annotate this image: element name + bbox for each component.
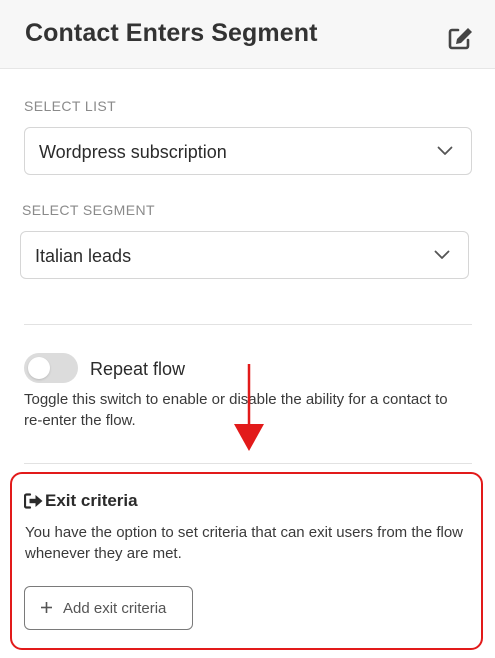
divider [24, 463, 472, 464]
exit-criteria-description: You have the option to set criteria that… [25, 524, 464, 562]
add-exit-criteria-button[interactable]: Add exit criteria [24, 586, 193, 630]
repeat-flow-label: Repeat flow [90, 359, 186, 379]
divider [24, 324, 472, 325]
repeat-flow-toggle[interactable] [24, 353, 78, 383]
plus-icon [41, 602, 52, 613]
edit-button[interactable] [448, 26, 474, 50]
add-exit-criteria-label: Add exit criteria [63, 600, 167, 617]
segment-select[interactable]: Italian leads [20, 231, 469, 279]
chevron-down-icon [437, 146, 453, 155]
repeat-flow-description: Toggle this switch to enable or disable … [24, 391, 448, 429]
edit-icon[interactable] [448, 26, 474, 50]
sign-out-icon [24, 493, 43, 509]
select-segment-label: SELECT SEGMENT [22, 202, 155, 218]
list-select[interactable]: Wordpress subscription [24, 127, 472, 175]
list-select-value: Wordpress subscription [39, 142, 227, 162]
chevron-down-icon [434, 250, 450, 259]
page-title: Contact Enters Segment [25, 19, 318, 47]
segment-select-value: Italian leads [35, 246, 132, 266]
panel-header: Contact Enters Segment [0, 0, 495, 69]
exit-criteria-title: Exit criteria [45, 491, 138, 510]
toggle-knob [28, 357, 50, 379]
select-list-label: SELECT LIST [24, 98, 117, 114]
